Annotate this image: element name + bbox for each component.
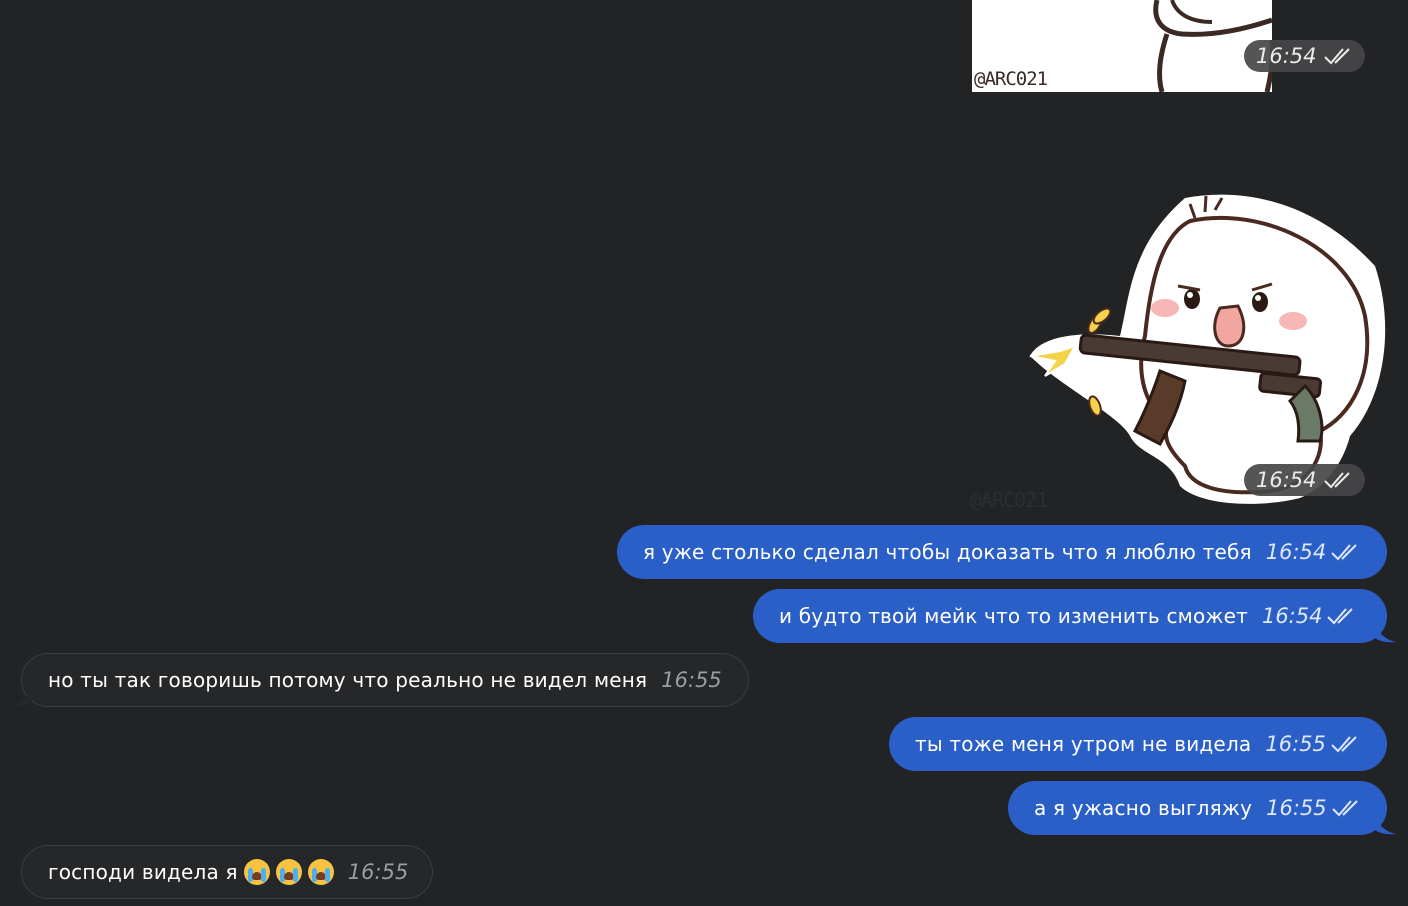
message-text: ты тоже меня утром не видела	[915, 732, 1252, 756]
outgoing-message-bubble[interactable]: я уже столько сделал чтобы доказать что …	[617, 525, 1387, 579]
message-text: господи видела я	[48, 860, 238, 884]
message-time: 16:55	[1266, 796, 1327, 820]
read-checkmarks-icon	[1331, 544, 1357, 561]
outgoing-message-bubble[interactable]: а я ужасно выгляжу 16:55	[1008, 781, 1387, 835]
message-time: 16:54	[1261, 604, 1323, 628]
loudly-crying-face-icon	[243, 859, 270, 885]
message-time: 16:55	[347, 860, 409, 884]
read-checkmarks-icon	[1323, 472, 1350, 489]
bubble-tail	[1374, 623, 1396, 643]
message-meta: 16:55	[661, 668, 722, 692]
message-meta: 16:55	[1265, 732, 1360, 756]
bubble-tail	[10, 687, 32, 707]
message-meta: 16:54	[1266, 540, 1361, 564]
message-time: 16:54	[1256, 468, 1317, 492]
message-text: но ты так говоришь потому что реально не…	[48, 668, 648, 692]
message-text: я уже столько сделал чтобы доказать что …	[643, 540, 1252, 564]
read-checkmarks-icon	[1331, 736, 1357, 753]
read-checkmarks-icon	[1327, 608, 1354, 625]
outgoing-message-bubble[interactable]: ты тоже меня утром не видела 16:55	[889, 717, 1387, 771]
sticker-credit: @ARC021	[970, 488, 1048, 512]
loudly-crying-face-icon	[307, 859, 334, 885]
outgoing-message-bubble[interactable]: и будто твой мейк что то изменить сможет…	[753, 589, 1387, 643]
message-meta: 16:55	[1266, 796, 1361, 820]
read-checkmarks-icon	[1331, 800, 1358, 817]
message-text: а я ужасно выгляжу	[1034, 796, 1253, 820]
sticker-time-pill: 16:54	[1244, 40, 1365, 72]
incoming-message-bubble[interactable]: господи видела я 16:55	[21, 845, 433, 899]
message-meta: 16:54	[1262, 604, 1357, 628]
message-time: 16:54	[1256, 44, 1317, 68]
message-time: 16:55	[1265, 732, 1326, 756]
loudly-crying-face-icon	[275, 859, 302, 885]
incoming-message-bubble[interactable]: но ты так говоришь потому что реально не…	[21, 653, 749, 707]
read-checkmarks-icon	[1323, 48, 1350, 65]
message-time: 16:55	[661, 668, 722, 692]
message-text: и будто твой мейк что то изменить сможет	[779, 604, 1248, 628]
message-time: 16:54	[1265, 540, 1327, 564]
sticker-credit: @ARC021	[974, 68, 1048, 90]
chat-area[interactable]: @ARC021 16:54 @ARC021 16:54 я уже стольк…	[0, 0, 1408, 906]
message-meta: 16:55	[348, 860, 409, 884]
sticker-time-pill: 16:54	[1244, 464, 1365, 496]
sticker-message[interactable]: @ARC021	[972, 0, 1272, 92]
bubble-tail	[1374, 815, 1396, 835]
